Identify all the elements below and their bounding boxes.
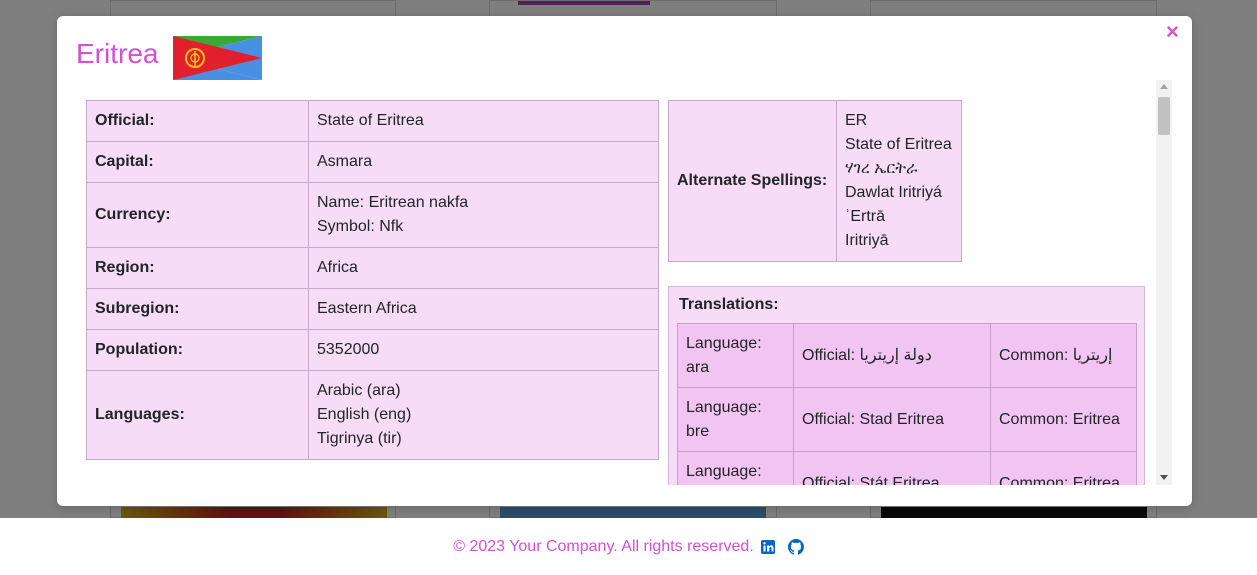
language-item: English (eng) bbox=[317, 406, 412, 423]
table-row: Language: ces Official: Stát Eritrea Com… bbox=[677, 451, 1137, 486]
region-value: Africa bbox=[308, 247, 659, 289]
capital-value: Asmara bbox=[308, 141, 659, 183]
translation-official: Official: Stát Eritrea bbox=[793, 451, 991, 486]
linkedin-icon[interactable] bbox=[760, 539, 776, 555]
eritrea-flag bbox=[173, 36, 262, 80]
modal-scrollbar[interactable] bbox=[1156, 80, 1172, 485]
translation-language: Language: ces bbox=[677, 451, 794, 486]
language-item: Arabic (ara) bbox=[317, 382, 401, 399]
modal-body[interactable]: Official: State of Eritrea Capital: Asma… bbox=[86, 80, 1173, 485]
scrollbar-thumb[interactable] bbox=[1158, 97, 1170, 135]
region-label: Region: bbox=[86, 247, 309, 289]
languages-label: Languages: bbox=[86, 370, 309, 460]
official-value: State of Eritrea bbox=[308, 100, 659, 142]
translation-official: Official: دولة إريتريا bbox=[793, 323, 991, 388]
footer: © 2023 Your Company. All rights reserved… bbox=[0, 518, 1257, 575]
official-label: Official: bbox=[86, 100, 309, 142]
alternate-spellings-table: Alternate Spellings: ER State of Eritrea… bbox=[668, 100, 962, 262]
subregion-value: Eastern Africa bbox=[308, 288, 659, 330]
spelling-item: ሃገረ ኤርትራ bbox=[845, 160, 918, 177]
capital-label: Capital: bbox=[86, 141, 309, 183]
official-text: Official: Stad Eritrea bbox=[802, 410, 944, 428]
alternate-spellings-label: Alternate Spellings: bbox=[668, 100, 837, 262]
currency-value: Name: Eritrean nakfa Symbol: Nfk bbox=[308, 182, 659, 248]
population-value: 5352000 bbox=[308, 329, 659, 371]
common-text: Common: Eritrea bbox=[999, 410, 1120, 428]
common-text: Common: إريتريا bbox=[999, 346, 1113, 364]
close-button[interactable]: × bbox=[1166, 21, 1179, 43]
table-row: Capital: Asmara bbox=[86, 141, 659, 183]
translation-common: Common: Eritrea bbox=[990, 451, 1137, 486]
scroll-down-arrow-icon[interactable] bbox=[1160, 475, 1168, 480]
translation-language: Language: bre bbox=[677, 387, 794, 452]
currency-label: Currency: bbox=[86, 182, 309, 248]
translation-common: Common: Eritrea bbox=[990, 387, 1137, 452]
spelling-item: ʾErtrā bbox=[845, 208, 885, 225]
official-text: Official: دولة إريتريا bbox=[802, 346, 932, 364]
spelling-item: Dawlat Iritriyá bbox=[845, 184, 942, 201]
country-info-table: Official: State of Eritrea Capital: Asma… bbox=[86, 100, 659, 460]
currency-name: Name: Eritrean nakfa bbox=[317, 194, 469, 211]
translation-language: Language: ara bbox=[677, 323, 794, 388]
spelling-item: State of Eritrea bbox=[845, 136, 952, 153]
alternate-spellings-value: ER State of Eritrea ሃገረ ኤርትራ Dawlat Irit… bbox=[836, 100, 962, 262]
spelling-item: Iritriyā bbox=[845, 232, 889, 249]
translations-table: Language: ara Official: دولة إريتريا Com… bbox=[677, 323, 1137, 485]
subregion-label: Subregion: bbox=[86, 288, 309, 330]
languages-value: Arabic (ara) English (eng) Tigrinya (tir… bbox=[308, 370, 659, 460]
table-row: Currency: Name: Eritrean nakfa Symbol: N… bbox=[86, 182, 659, 248]
table-row: Official: State of Eritrea bbox=[86, 100, 659, 142]
language-code: ces bbox=[686, 484, 785, 486]
modal-title: Eritrea bbox=[76, 38, 159, 69]
translation-official: Official: Stad Eritrea bbox=[793, 387, 991, 452]
translations-title: Translations: bbox=[679, 296, 779, 313]
currency-symbol: Symbol: Nfk bbox=[317, 218, 404, 235]
table-row: Population: 5352000 bbox=[86, 329, 659, 371]
table-row: Region: Africa bbox=[86, 247, 659, 289]
footer-text: © 2023 Your Company. All rights reserved… bbox=[453, 537, 754, 555]
translations-section: Translations: Language: ara Official: دو… bbox=[668, 286, 1145, 485]
scroll-up-arrow-icon[interactable] bbox=[1160, 84, 1168, 89]
translation-common: Common: إريتريا bbox=[990, 323, 1137, 388]
table-row: Languages: Arabic (ara) English (eng) Ti… bbox=[86, 370, 659, 460]
language-item: Tigrinya (tir) bbox=[317, 430, 402, 447]
official-text: Official: Stát Eritrea bbox=[802, 474, 940, 486]
spelling-item: ER bbox=[845, 112, 868, 129]
language-label: Language: bbox=[686, 462, 762, 480]
language-label: Language: bbox=[686, 334, 762, 352]
language-code: ara bbox=[686, 358, 710, 376]
table-row: Language: bre Official: Stad Eritrea Com… bbox=[677, 387, 1137, 452]
language-label: Language: bbox=[686, 398, 762, 416]
population-label: Population: bbox=[86, 329, 309, 371]
github-icon[interactable] bbox=[787, 538, 804, 555]
table-row: Subregion: Eastern Africa bbox=[86, 288, 659, 330]
common-text: Common: Eritrea bbox=[999, 474, 1120, 486]
language-code: bre bbox=[686, 422, 710, 440]
country-modal: Eritrea × Official: State of Eritrea Cap… bbox=[57, 16, 1192, 506]
table-row: Language: ara Official: دولة إريتريا Com… bbox=[677, 323, 1137, 388]
table-row: Alternate Spellings: ER State of Eritrea… bbox=[668, 100, 962, 262]
